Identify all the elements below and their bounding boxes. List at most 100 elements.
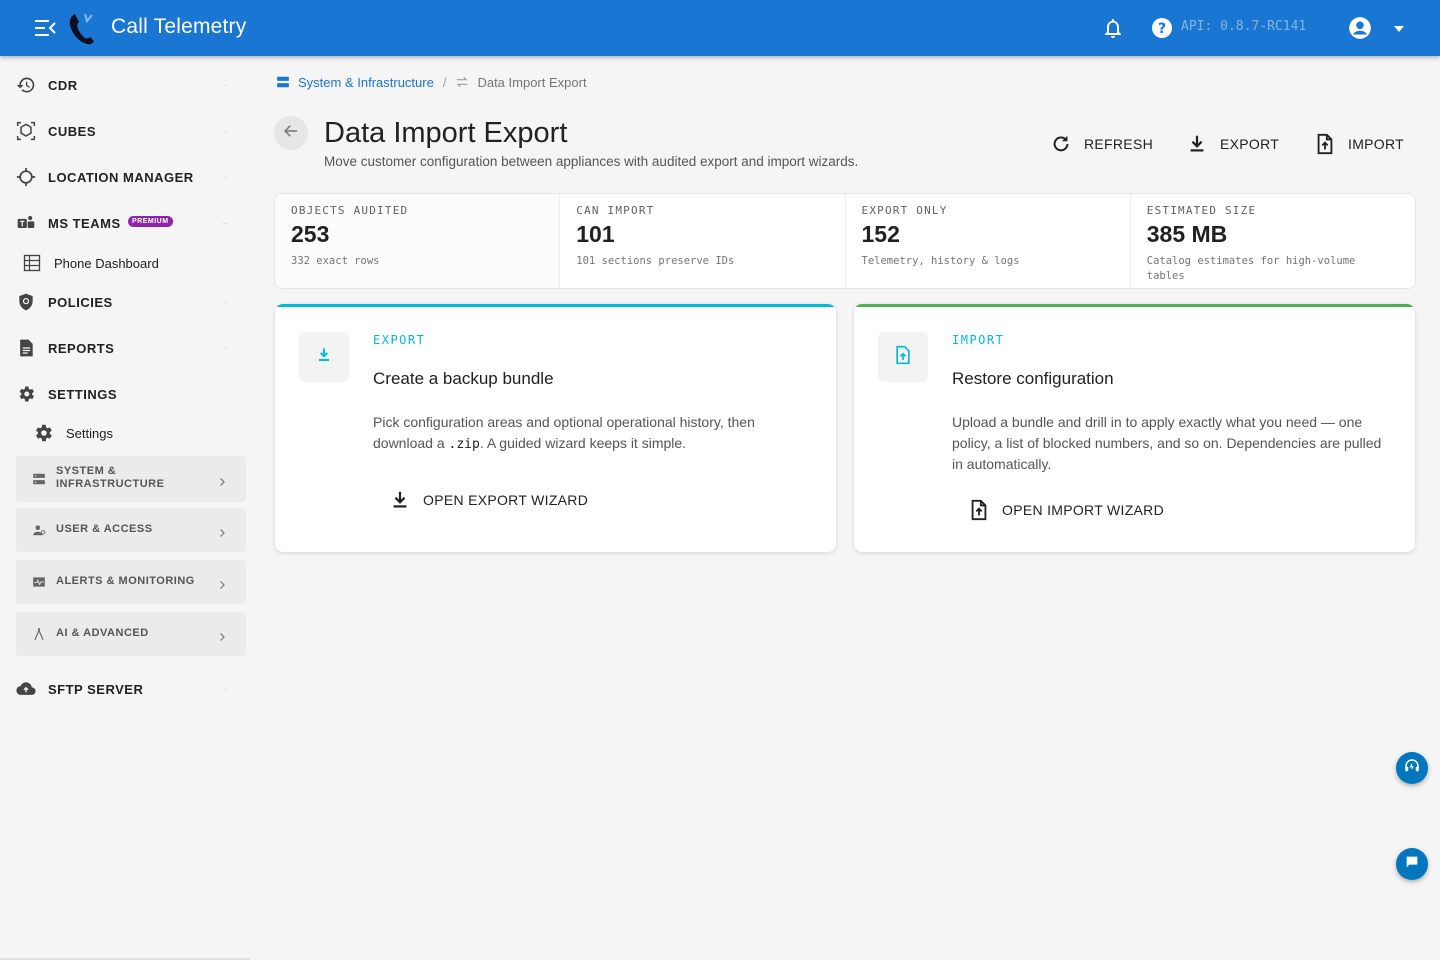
card-eyebrow: IMPORT [952,333,1005,347]
stat-note: Catalog estimates for high-volume tables [1146,255,1356,282]
button-label: OPEN IMPORT WIZARD [1002,502,1165,518]
sidebar-group-label-line: INFRASTRUCTURE [56,478,165,490]
page-subtitle: Move customer configuration between appl… [324,154,859,169]
export-button[interactable]: EXPORT [1186,131,1279,157]
gear-icon [16,384,36,404]
card-description-code: .zip [448,437,480,452]
sidebar-item-label: CUBES [48,123,97,139]
sidebar-item-policies[interactable]: POLICIES [0,282,250,322]
sidebar-item-label: CDR [48,77,78,93]
sidebar-item-label: SFTP SERVER [48,681,144,697]
server-icon [276,75,290,89]
sidebar-group-label: AI & ADVANCED [56,627,149,639]
stat-value: 385 MB [1146,221,1228,247]
bell-icon[interactable] [1101,16,1125,40]
import-button[interactable]: IMPORT [1314,131,1404,157]
stat-note: Telemetry, history & logs [861,255,1020,267]
stat-note: 332 exact rows [291,255,380,267]
stat-can-import: CAN IMPORT 101 101 sections preserve IDs [560,194,846,288]
sidebar-item-settings-sub[interactable]: Settings [32,415,113,451]
chevron-right-icon [217,474,227,486]
stat-export-only: EXPORT ONLY 152 Telemetry, history & log… [846,194,1131,288]
download-icon [314,345,334,370]
open-export-wizard-button[interactable]: OPEN EXPORT WIZARD [389,486,588,514]
app-title: Call Telemetry [111,15,247,38]
download-icon [1186,133,1208,155]
cube-icon [16,121,36,141]
sidebar-group-label: ALERTS & MONITORING [56,575,195,587]
file-upload-icon [968,499,990,521]
chevron-right-icon [217,525,227,537]
export-card: EXPORT Create a backup bundle Pick confi… [275,304,836,552]
sidebar-item-cubes[interactable]: CUBES [0,111,250,151]
report-icon [16,338,36,358]
sidebar-item-cdr[interactable]: CDR [0,65,250,105]
sidebar-item-label: SETTINGS [48,386,118,402]
stat-label: ESTIMATED SIZE [1146,204,1257,217]
card-description-text: . A guided wizard keeps it simple. [479,435,687,451]
download-icon [389,489,411,511]
stat-value: 152 [861,221,900,247]
sidebar-group-system-infrastructure[interactable]: SYSTEM & INFRASTRUCTURE [16,456,246,502]
chevron-down-icon[interactable] [1392,22,1406,36]
sidebar-item-ms-teams[interactable]: MS TEAMS PREMIUM [0,203,250,243]
chevron-right-icon [217,577,227,589]
breadcrumb-link-system-infrastructure[interactable]: System & Infrastructure [298,75,434,90]
sidebar-item-label: LOCATION MANAGER [48,169,194,185]
card-description: Upload a bundle and drill in to apply ex… [952,414,1382,472]
crosshair-icon [16,167,36,187]
stat-value: 253 [291,221,330,247]
chat-icon [1404,854,1420,875]
sidebar-group-ai-advanced[interactable]: AI & ADVANCED [16,612,246,656]
support-button[interactable] [1396,752,1428,784]
teams-icon [16,213,36,233]
sidebar-item-label: Settings [66,425,113,441]
divider [222,84,228,86]
accent-bar [854,304,1415,307]
api-version: API: 0.8.7-RC141 [1181,19,1307,34]
compass-icon [32,627,46,641]
menu-icon[interactable] [32,16,58,40]
export-label: EXPORT [1220,136,1280,152]
button-label: OPEN EXPORT WIZARD [423,492,589,508]
sidebar-item-reports[interactable]: REPORTS [0,328,250,368]
back-arrow-icon [282,122,300,145]
sidebar-item-label: REPORTS [48,340,115,356]
sidebar-group-label: SYSTEM & INFRASTRUCTURE [56,465,164,491]
breadcrumb-separator: / [442,74,447,90]
chat-button[interactable] [1396,848,1428,880]
sidebar-item-settings[interactable]: SETTINGS [0,374,250,414]
divider [222,222,228,224]
account-icon[interactable] [1347,15,1373,41]
sidebar-group-alerts-monitoring[interactable]: ALERTS & MONITORING [16,560,246,604]
breadcrumb: System & Infrastructure / Data Import Ex… [276,73,587,91]
shield-icon [16,292,36,312]
help-icon[interactable]: ? [1150,16,1174,40]
sidebar-group-user-access[interactable]: USER & ACCESS [16,508,246,552]
server-icon [32,472,46,486]
import-label: IMPORT [1348,136,1404,152]
divider [222,301,228,303]
user-icon [32,523,46,537]
sidebar-item-sftp-server[interactable]: SFTP SERVER [0,669,250,709]
stat-value: 101 [576,221,615,247]
sidebar-group-label: USER & ACCESS [56,523,153,535]
card-description: Pick configuration areas and optional op… [373,412,793,455]
phone-logo-icon [66,10,100,46]
card-title: Restore configuration [952,369,1114,388]
stats-panel: OBJECTS AUDITED 253 332 exact rows CAN I… [274,193,1416,289]
refresh-icon [1050,133,1072,155]
history-icon [16,75,36,95]
sidebar-item-phone-dashboard[interactable]: Phone Dashboard [22,245,159,281]
monitor-icon [32,575,46,589]
card-eyebrow: EXPORT [373,333,426,347]
divider [222,130,228,132]
refresh-button[interactable]: REFRESH [1050,131,1153,157]
back-button[interactable] [274,116,308,150]
divider [222,176,228,178]
page-title: Data Import Export [324,117,568,149]
stat-label: OBJECTS AUDITED [291,204,409,217]
sidebar-item-location-manager[interactable]: LOCATION MANAGER [0,157,250,197]
open-import-wizard-button[interactable]: OPEN IMPORT WIZARD [968,496,1164,524]
import-icon-box [878,332,928,382]
